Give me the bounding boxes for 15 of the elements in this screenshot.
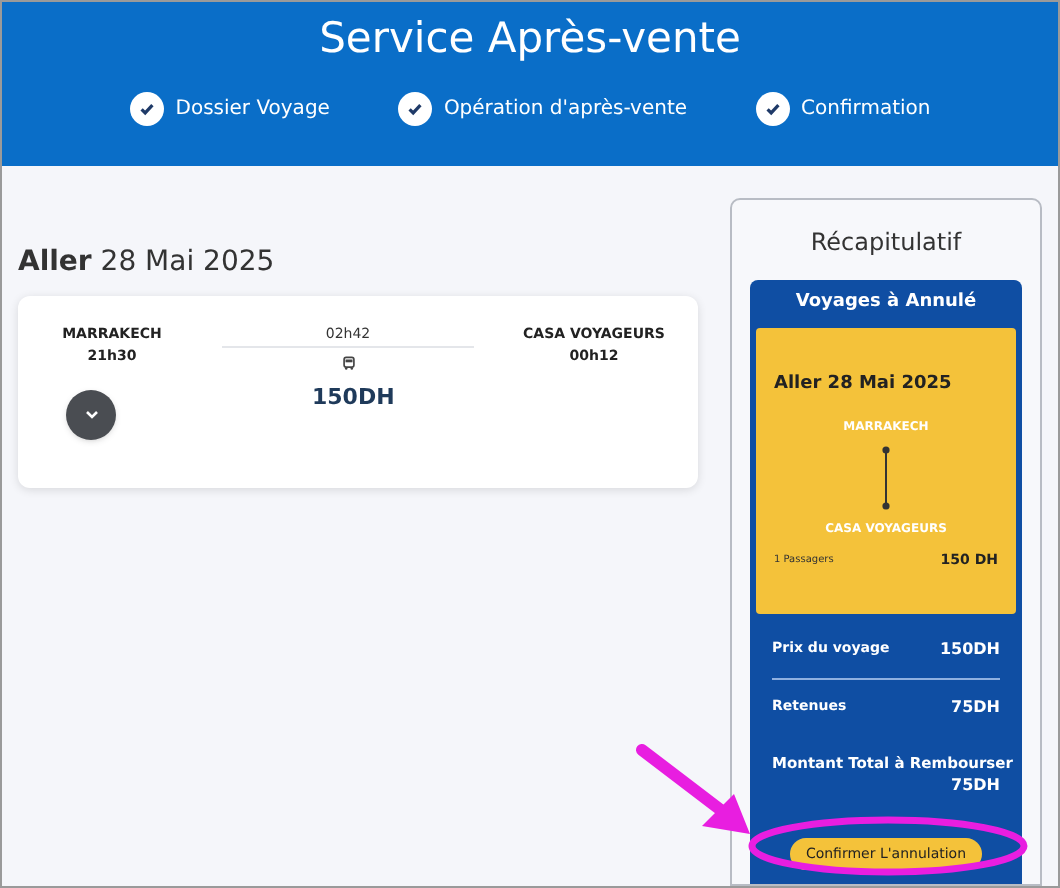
step-label: Confirmation: [801, 96, 931, 124]
route-line-icon: [882, 446, 890, 510]
summary-value: 75DH: [951, 695, 1000, 719]
card-title: Voyages à Annulé: [793, 289, 979, 316]
summary-trip-heading: Aller 28 Mai 2025: [774, 371, 954, 397]
step-label: Opération d'après-vente: [443, 96, 688, 124]
expand-button[interactable]: [66, 389, 116, 439]
page-title: Service Après-vente: [319, 12, 741, 66]
total-value: 75DH: [951, 773, 1000, 798]
bus-icon: [341, 355, 355, 369]
summary-title: Récapitulatif: [810, 226, 962, 260]
step-label: Dossier Voyage: [175, 96, 330, 124]
trip-price: 150DH: [312, 381, 395, 414]
trip-heading: Aller 28 Mai 2025: [18, 244, 277, 282]
summary-value: 150DH: [939, 637, 1000, 661]
